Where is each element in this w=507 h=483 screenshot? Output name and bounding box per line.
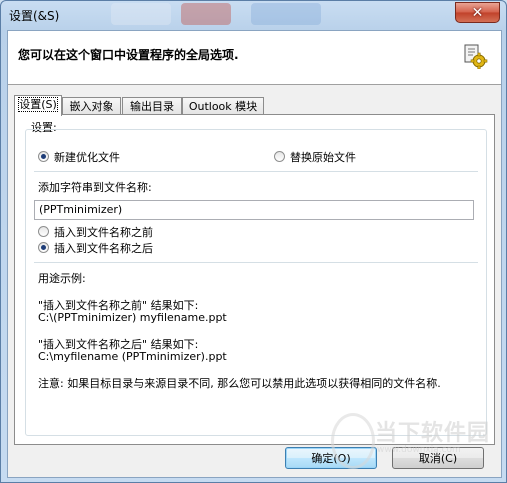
tab-settings[interactable]: 设置(S)	[14, 95, 62, 116]
watermark-icon	[331, 413, 375, 469]
radio-replace-original-file[interactable]	[274, 151, 285, 162]
tab-label: Outlook 模块	[188, 100, 258, 113]
settings-window: 设置(&S) ✕ 您可以在这个窗口中设置程序的全局选项. 设置(S) 嵌入对象	[0, 0, 507, 483]
tab-outlook-module[interactable]: Outlook 模块	[182, 97, 264, 115]
example-after-value: C:\myfilename (PPTminimizer).ppt	[38, 350, 227, 363]
settings-group: 新建优化文件 替换原始文件 添加字符串到文件名称: (PPTminimizer)…	[25, 129, 487, 436]
append-string-input[interactable]: (PPTminimizer)	[34, 200, 474, 220]
tab-label: 嵌入对象	[69, 100, 114, 113]
title-decoration	[111, 3, 171, 25]
append-string-label: 添加字符串到文件名称:	[38, 181, 152, 194]
radio-insert-before[interactable]	[38, 226, 49, 237]
watermark-url: www.downxia.com	[377, 445, 461, 455]
radio-new-optimized-file[interactable]	[38, 151, 49, 162]
divider	[34, 262, 478, 263]
tab-panel-settings: 设置: 新建优化文件 替换原始文件 添加字符串到文件名称: (PPTminimi…	[14, 114, 495, 445]
radio-label-insert-after[interactable]: 插入到文件名称之后	[54, 240, 153, 256]
radio-label-replace-file[interactable]: 替换原始文件	[290, 149, 356, 165]
dialog-header: 您可以在这个窗口中设置程序的全局选项.	[8, 31, 501, 85]
window-title: 设置(&S)	[9, 9, 60, 23]
close-icon: ✕	[471, 4, 484, 21]
tab-label: 输出目录	[130, 100, 174, 113]
tab-output-directory[interactable]: 输出目录	[122, 97, 182, 115]
radio-label-insert-before[interactable]: 插入到文件名称之前	[54, 224, 153, 240]
header-description: 您可以在这个窗口中设置程序的全局选项.	[18, 48, 239, 62]
note-text: 注意: 如果目标目录与来源目录不同, 那么您可以禁用此选项以获得相同的文件名称.	[38, 377, 441, 390]
divider	[34, 171, 478, 172]
radio-label-new-file[interactable]: 新建优化文件	[54, 149, 120, 165]
tab-label: 设置(S)	[18, 97, 58, 112]
title-decoration	[181, 3, 231, 25]
tab-embedded-objects[interactable]: 嵌入对象	[62, 97, 121, 115]
radio-insert-after[interactable]	[38, 242, 49, 253]
title-decoration	[251, 3, 321, 25]
settings-gear-icon	[464, 44, 488, 69]
close-button[interactable]: ✕	[455, 2, 500, 23]
watermark-text: 当下软件园	[375, 421, 491, 446]
example-before-value: C:\(PPTminimizer) myfilename.ppt	[38, 311, 227, 324]
example-title: 用途示例:	[38, 272, 86, 285]
watermark-logo: 当下软件园 www.downxia.com	[331, 409, 501, 473]
title-bar[interactable]: 设置(&S) ✕	[1, 1, 506, 29]
